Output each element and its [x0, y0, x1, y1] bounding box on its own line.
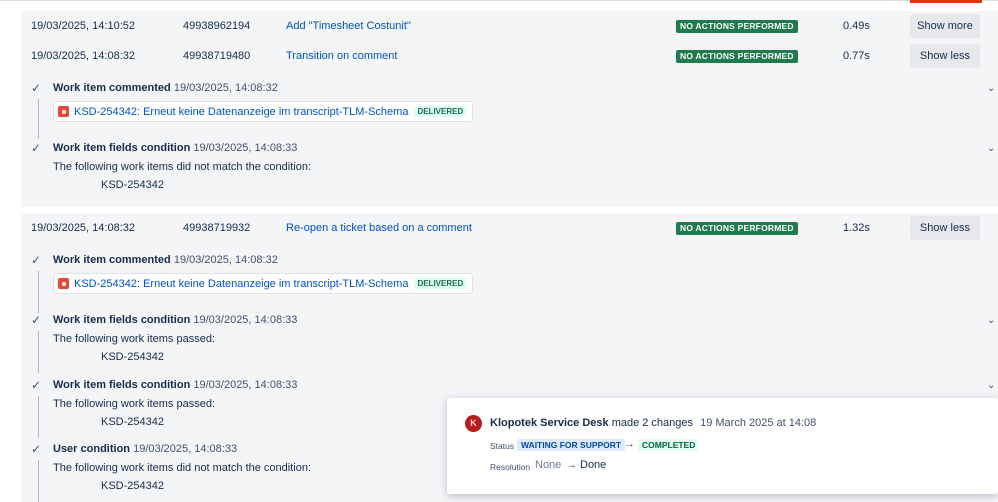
status-from-badge: WAITING FOR SUPPORT: [517, 439, 626, 451]
row-id: 49938962194: [183, 20, 251, 32]
check-icon: ✓: [31, 81, 42, 95]
history-action: made 2 changes: [611, 417, 694, 429]
issue-link[interactable]: KSD-254342: Erneut keine Datenanzeige im…: [74, 278, 408, 290]
top-accent-bar: [910, 0, 982, 3]
check-icon: ✓: [31, 442, 42, 456]
issue-status: DELIVERED: [414, 278, 467, 289]
row-date: 19/03/2025, 14:08:32: [31, 50, 135, 62]
item-date: 19/03/2025, 14:08:33: [133, 443, 238, 455]
avatar: K: [465, 415, 482, 432]
table-row: 19/03/2025, 14:08:32 49938719480 Transit…: [21, 44, 998, 68]
arrow-right-icon: →: [566, 459, 577, 471]
work-item-key: KSD-254342: [101, 480, 164, 492]
bug-icon: [58, 278, 69, 289]
condition-description: The following work items passed:: [53, 333, 216, 345]
rule-link[interactable]: Re-open a ticket based on a comment: [286, 222, 472, 234]
condition-description: The following work items passed:: [53, 398, 216, 410]
chevron-down-icon[interactable]: ⌄: [987, 315, 995, 326]
top-border: [0, 0, 998, 3]
show-less-button[interactable]: Show less: [910, 216, 980, 240]
change-history-popup: K Klopotek Service Desk made 2 changes 1…: [447, 398, 998, 494]
check-icon: ✓: [31, 313, 42, 327]
item-date: 19/03/2025, 14:08:32: [173, 254, 278, 266]
chevron-down-icon[interactable]: ⌄: [987, 83, 995, 94]
work-item-key: KSD-254342: [101, 351, 164, 363]
status-badge: NO ACTIONS PERFORMED: [676, 20, 798, 33]
log-item-commented: ✓ Work item commented 19/03/2025, 14:08:…: [31, 253, 278, 267]
show-more-button[interactable]: Show more: [910, 14, 980, 38]
row-id: 49938719480: [183, 50, 251, 62]
row-duration: 0.49s: [843, 20, 870, 32]
bug-icon: [58, 106, 69, 117]
check-icon: ✓: [31, 141, 42, 155]
issue-status: DELIVERED: [414, 106, 467, 117]
issue-link[interactable]: KSD-254342: Erneut keine Datenanzeige im…: [74, 106, 408, 118]
issue-card[interactable]: KSD-254342: Erneut keine Datenanzeige im…: [53, 273, 474, 294]
show-less-button[interactable]: Show less: [910, 44, 980, 68]
item-date: 19/03/2025, 14:08:32: [173, 82, 278, 94]
item-date: 19/03/2025, 14:08:33: [193, 142, 298, 154]
row-id: 49938719932: [183, 222, 251, 234]
item-title: Work item fields condition: [53, 142, 191, 154]
row-date: 19/03/2025, 14:08:32: [31, 222, 135, 234]
arrow-right-icon: →: [624, 438, 635, 450]
status-label: Status: [490, 441, 515, 451]
work-item-key: KSD-254342: [101, 416, 164, 428]
issue-card[interactable]: KSD-254342: Erneut keine Datenanzeige im…: [53, 101, 474, 122]
log-item-fields-condition: ✓ Work item fields condition 19/03/2025,…: [31, 141, 298, 155]
rule-link[interactable]: Transition on comment: [286, 50, 397, 62]
check-icon: ✓: [31, 378, 42, 392]
condition-description: The following work items did not match t…: [53, 462, 312, 474]
row-date: 19/03/2025, 14:10:52: [31, 20, 135, 32]
log-item-fields-condition: ✓ Work item fields condition 19/03/2025,…: [31, 378, 298, 392]
log-item-fields-condition: ✓ Work item fields condition 19/03/2025,…: [31, 313, 298, 327]
status-to-badge: COMPLETED: [638, 439, 700, 451]
table-row: 19/03/2025, 14:08:32 49938719932 Re-open…: [21, 216, 998, 240]
audit-log-section-1: 19/03/2025, 14:10:52 49938962194 Add "Ti…: [21, 11, 998, 207]
timeline-line: [38, 396, 39, 438]
row-duration: 0.77s: [843, 50, 870, 62]
status-badge: NO ACTIONS PERFORMED: [676, 222, 798, 235]
item-date: 19/03/2025, 14:08:33: [193, 314, 298, 326]
rule-link[interactable]: Add "Timesheet Costunit": [286, 20, 411, 32]
timeline-line: [38, 460, 39, 502]
resolution-label: Resolution: [490, 462, 531, 472]
log-item-user-condition: ✓ User condition 19/03/2025, 14:08:33: [31, 442, 238, 456]
item-title: Work item commented: [53, 254, 171, 266]
item-title: Work item commented: [53, 82, 171, 94]
chevron-down-icon[interactable]: ⌄: [987, 143, 995, 154]
log-item-commented: ✓ Work item commented 19/03/2025, 14:08:…: [31, 81, 278, 95]
check-icon: ✓: [31, 253, 42, 267]
timeline-line: [38, 99, 39, 139]
top-divider: [0, 0, 998, 1]
history-date: 19 March 2025 at 14:08: [700, 417, 817, 429]
item-title: Work item fields condition: [53, 314, 191, 326]
row-duration: 1.32s: [843, 222, 870, 234]
work-item-key: KSD-254342: [101, 179, 164, 191]
history-header: Klopotek Service Desk made 2 changes 19 …: [490, 417, 816, 429]
chevron-down-icon[interactable]: ⌄: [987, 380, 995, 391]
author-name[interactable]: Klopotek Service Desk: [490, 417, 609, 429]
item-title: User condition: [53, 443, 131, 455]
condition-description: The following work items did not match t…: [53, 161, 312, 173]
resolution-to: Done: [580, 459, 607, 471]
status-badge: NO ACTIONS PERFORMED: [676, 50, 798, 63]
item-title: Work item fields condition: [53, 379, 191, 391]
table-row: 19/03/2025, 14:10:52 49938962194 Add "Ti…: [21, 14, 998, 38]
item-date: 19/03/2025, 14:08:33: [193, 379, 298, 391]
timeline-line: [38, 271, 39, 313]
resolution-from: None: [535, 459, 562, 471]
timeline-line: [38, 331, 39, 373]
